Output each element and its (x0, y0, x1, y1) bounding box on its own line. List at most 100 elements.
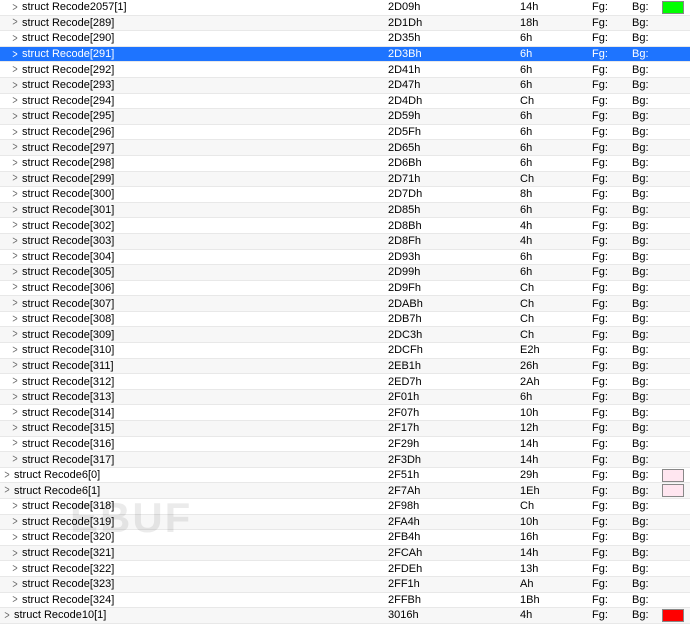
table-row[interactable]: >struct Recode[289]2D1Dh18hFg:Bg: (0, 16, 690, 32)
cell-size: 4h (520, 220, 592, 232)
table-row[interactable]: >struct Recode[298]2D6Bh6hFg:Bg: (0, 156, 690, 172)
table-row[interactable]: >struct Recode[306]2D9FhChFg:Bg: (0, 281, 690, 297)
expand-chevron-icon[interactable]: > (8, 79, 22, 91)
expand-chevron-icon[interactable]: > (8, 500, 22, 512)
expand-chevron-icon[interactable]: > (8, 329, 22, 341)
table-row[interactable]: >struct Recode[315]2F17h12hFg:Bg: (0, 421, 690, 437)
expand-chevron-icon[interactable]: > (8, 532, 22, 544)
color-swatch-icon (662, 469, 684, 482)
table-row[interactable]: >struct Recode[297]2D65h6hFg:Bg: (0, 140, 690, 156)
table-row[interactable]: >struct Recode[323]2FF1hAhFg:Bg: (0, 577, 690, 593)
cell-bg-swatch[interactable] (662, 609, 684, 622)
expand-chevron-icon[interactable]: > (8, 563, 22, 575)
table-row[interactable]: >struct Recode[312]2ED7h2AhFg:Bg: (0, 374, 690, 390)
table-row[interactable]: >struct Recode[324]2FFBh1BhFg:Bg: (0, 593, 690, 609)
cell-size: 14h (520, 438, 592, 450)
table-row[interactable]: >struct Recode[317]2F3Dh14hFg:Bg: (0, 452, 690, 468)
struct-name: struct Recode2057[1] (22, 1, 127, 13)
expand-chevron-icon[interactable]: > (8, 157, 22, 169)
cell-address: 2F01h (388, 391, 520, 403)
table-row[interactable]: >struct Recode[313]2F01h6hFg:Bg: (0, 390, 690, 406)
expand-chevron-icon[interactable]: > (8, 391, 22, 403)
expand-chevron-icon[interactable]: > (8, 189, 22, 201)
table-row[interactable]: >struct Recode[320]2FB4h16hFg:Bg: (0, 530, 690, 546)
table-row[interactable]: >struct Recode[295]2D59h6hFg:Bg: (0, 109, 690, 125)
expand-chevron-icon[interactable]: > (8, 376, 22, 388)
table-row[interactable]: >struct Recode[290]2D35h6hFg:Bg: (0, 31, 690, 47)
expand-chevron-icon[interactable]: > (8, 360, 22, 372)
expand-chevron-icon[interactable]: > (8, 220, 22, 232)
expand-chevron-icon[interactable]: > (8, 17, 22, 29)
table-row[interactable]: >struct Recode6[0]2F51h29hFg:Bg: (0, 468, 690, 484)
expand-chevron-icon[interactable]: > (8, 95, 22, 107)
table-row[interactable]: >struct Recode[316]2F29h14hFg:Bg: (0, 437, 690, 453)
table-row[interactable]: >struct Recode[310]2DCFhE2hFg:Bg: (0, 343, 690, 359)
expand-chevron-icon[interactable]: > (0, 485, 14, 497)
expand-chevron-icon[interactable]: > (8, 173, 22, 185)
table-row[interactable]: >struct Recode[300]2D7Dh8hFg:Bg: (0, 187, 690, 203)
table-row[interactable]: >struct Recode[301]2D85h6hFg:Bg: (0, 203, 690, 219)
cell-name: >struct Recode[311] (0, 360, 388, 372)
table-row[interactable]: >struct Recode[314]2F07h10hFg:Bg: (0, 405, 690, 421)
table-row[interactable]: >struct Recode[308]2DB7hChFg:Bg: (0, 312, 690, 328)
expand-chevron-icon[interactable]: > (8, 578, 22, 590)
expand-chevron-icon[interactable]: > (8, 298, 22, 310)
table-row[interactable]: >struct Recode[294]2D4DhChFg:Bg: (0, 94, 690, 110)
expand-chevron-icon[interactable]: > (8, 422, 22, 434)
table-row[interactable]: >struct Recode[311]2EB1h26hFg:Bg: (0, 359, 690, 375)
table-row[interactable]: >struct Recode[303]2D8Fh4hFg:Bg: (0, 234, 690, 250)
expand-chevron-icon[interactable]: > (8, 547, 22, 559)
table-row[interactable]: >struct Recode[292]2D41h6hFg:Bg: (0, 62, 690, 78)
cell-name: >struct Recode[309] (0, 329, 388, 341)
expand-chevron-icon[interactable]: > (8, 313, 22, 325)
table-row[interactable]: >struct Recode[318]2F98hChFg:Bg: (0, 499, 690, 515)
cell-size: 6h (520, 64, 592, 76)
table-row[interactable]: >struct Recode10[1]3016h4hFg:Bg: (0, 608, 690, 624)
expand-chevron-icon[interactable]: > (8, 204, 22, 216)
expand-chevron-icon[interactable]: > (8, 282, 22, 294)
cell-name: >struct Recode[300] (0, 188, 388, 200)
expand-chevron-icon[interactable]: > (8, 594, 22, 606)
expand-chevron-icon[interactable]: > (8, 142, 22, 154)
table-row[interactable]: >struct Recode[305]2D99h6hFg:Bg: (0, 265, 690, 281)
cell-fg-label: Fg: (592, 142, 632, 154)
expand-chevron-icon[interactable]: > (8, 454, 22, 466)
expand-chevron-icon[interactable]: > (8, 516, 22, 528)
table-row[interactable]: >struct Recode[291]2D3Bh6hFg:Bg: (0, 47, 690, 63)
cell-size: 18h (520, 17, 592, 29)
expand-chevron-icon[interactable]: > (8, 235, 22, 247)
expand-chevron-icon[interactable]: > (8, 267, 22, 279)
expand-chevron-icon[interactable]: > (8, 33, 22, 45)
table-row[interactable]: >struct Recode[302]2D8Bh4hFg:Bg: (0, 218, 690, 234)
expand-chevron-icon[interactable]: > (8, 64, 22, 76)
cell-size: 1Bh (520, 594, 592, 606)
cell-bg-label: Bg: (632, 48, 662, 60)
table-row[interactable]: >struct Recode[322]2FDEh13hFg:Bg: (0, 561, 690, 577)
expand-chevron-icon[interactable]: > (8, 48, 22, 60)
table-row[interactable]: >struct Recode[309]2DC3hChFg:Bg: (0, 327, 690, 343)
table-row[interactable]: >struct Recode[296]2D5Fh6hFg:Bg: (0, 125, 690, 141)
cell-address: 2D47h (388, 79, 520, 91)
expand-chevron-icon[interactable]: > (8, 111, 22, 123)
cell-bg-swatch[interactable] (662, 1, 684, 14)
expand-chevron-icon[interactable]: > (0, 610, 14, 622)
cell-bg-swatch[interactable] (662, 469, 684, 482)
table-row[interactable]: >struct Recode6[1]2F7Ah1EhFg:Bg: (0, 483, 690, 499)
table-row[interactable]: >struct Recode2057[1]2D09h14hFg:Bg: (0, 0, 690, 16)
expand-chevron-icon[interactable]: > (8, 345, 22, 357)
table-row[interactable]: >struct Recode[304]2D93h6hFg:Bg: (0, 250, 690, 266)
table-row[interactable]: >struct Recode[321]2FCAh14hFg:Bg: (0, 546, 690, 562)
expand-chevron-icon[interactable]: > (8, 126, 22, 138)
table-row[interactable]: >struct Recode[307]2DABhChFg:Bg: (0, 296, 690, 312)
table-row[interactable]: >struct Recode[299]2D71hChFg:Bg: (0, 172, 690, 188)
expand-chevron-icon[interactable]: > (0, 469, 14, 481)
expand-chevron-icon[interactable]: > (8, 407, 22, 419)
table-row[interactable]: >struct Recode[293]2D47h6hFg:Bg: (0, 78, 690, 94)
cell-bg-swatch[interactable] (662, 484, 684, 497)
table-row[interactable]: >struct Recode[319]2FA4h10hFg:Bg: (0, 515, 690, 531)
expand-chevron-icon[interactable]: > (8, 438, 22, 450)
expand-chevron-icon[interactable]: > (8, 251, 22, 263)
expand-chevron-icon[interactable]: > (8, 1, 22, 13)
cell-address: 2D41h (388, 64, 520, 76)
cell-bg-label: Bg: (632, 578, 662, 590)
